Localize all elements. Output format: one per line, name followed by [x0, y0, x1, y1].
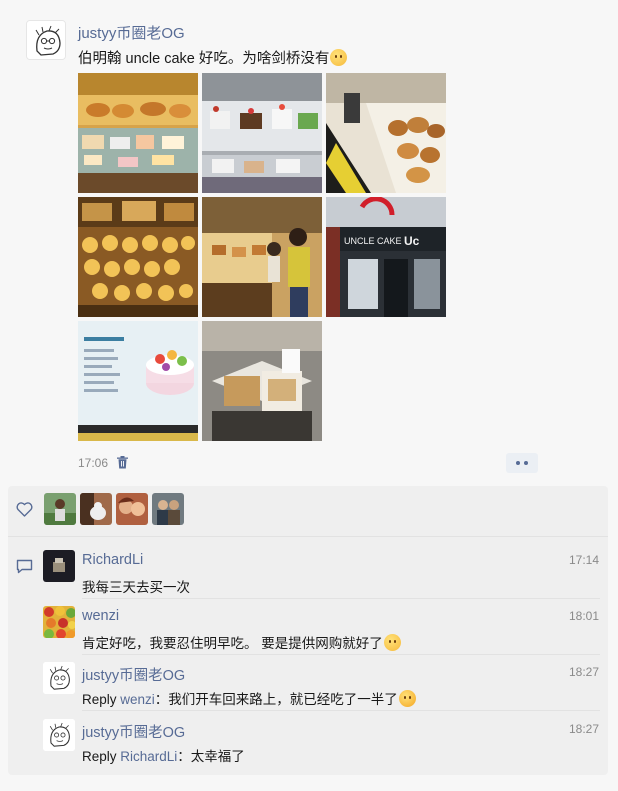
dot-icon — [516, 461, 520, 465]
heart-icon — [16, 502, 33, 517]
photo-shop-interior[interactable] — [202, 197, 322, 317]
commenter-avatar[interactable] — [43, 550, 75, 582]
laughing-emoji-icon — [398, 690, 416, 707]
comment-time: 18:27 — [568, 722, 599, 736]
comment-icon — [16, 559, 33, 574]
author-avatar[interactable] — [26, 20, 66, 60]
photo-pastry-shelf[interactable] — [326, 73, 446, 193]
pleading-face-emoji-icon — [383, 634, 401, 651]
pleading-face-emoji-icon — [330, 49, 348, 66]
reply-to-name[interactable]: RichardLi — [120, 749, 177, 764]
liker-avatar[interactable] — [116, 493, 148, 525]
more-options-button[interactable] — [506, 453, 538, 473]
comment-text: Reply wenzi：我们开车回来路上，就已经吃了一半了 — [82, 688, 416, 708]
post-time: 17:06 — [78, 456, 109, 470]
comment-text: 肯定好吃，我要忍住明早吃。 要是提供网购就好了 — [82, 632, 401, 652]
trash-icon[interactable] — [117, 456, 128, 469]
dot-icon — [524, 461, 528, 465]
reply-to-name[interactable]: wenzi — [120, 692, 155, 707]
commenter-avatar[interactable] — [43, 662, 75, 694]
photo-bakery-counter[interactable] — [78, 73, 198, 193]
author-name[interactable]: justyy币圈老OG — [78, 22, 185, 43]
comment-author[interactable]: justyy币圈老OG — [82, 664, 185, 685]
post-text: 伯明翰 uncle cake 好吃。为啥剑桥没有 — [78, 47, 348, 68]
photo-cake-screen[interactable] — [78, 321, 198, 441]
liker-avatar[interactable] — [80, 493, 112, 525]
commenter-avatar[interactable] — [43, 606, 75, 638]
liker-avatar[interactable] — [152, 493, 184, 525]
svg-text:Uc: Uc — [404, 234, 420, 248]
photo-tart-tray[interactable] — [78, 197, 198, 317]
comment-divider — [82, 710, 600, 711]
commenter-avatar[interactable] — [43, 719, 75, 751]
photo-storefront[interactable]: UNCLE CAKE Uc — [326, 197, 446, 317]
comment-divider — [82, 598, 600, 599]
comment-time: 18:01 — [568, 609, 599, 623]
moments-post: justyy币圈老OG 伯明翰 uncle cake 好吃。为啥剑桥没有 UNC… — [0, 0, 618, 791]
comment-text: Reply RichardLi：太幸福了 — [82, 749, 245, 764]
comment-text: 我每三天去买一次 — [82, 580, 190, 595]
comment-divider — [82, 654, 600, 655]
comment-author[interactable]: justyy币圈老OG — [82, 721, 185, 742]
comment-author[interactable]: RichardLi — [82, 552, 143, 568]
storefront-sign-text: UNCLE CAKE — [344, 236, 402, 246]
photo-cake-boxes[interactable] — [202, 321, 322, 441]
comment-author[interactable]: wenzi — [82, 608, 119, 624]
liker-avatar[interactable] — [44, 493, 76, 525]
comment-time: 18:27 — [568, 665, 599, 679]
photo-cake-display[interactable] — [202, 73, 322, 193]
comment-time: 17:14 — [568, 553, 599, 567]
divider — [8, 536, 608, 537]
